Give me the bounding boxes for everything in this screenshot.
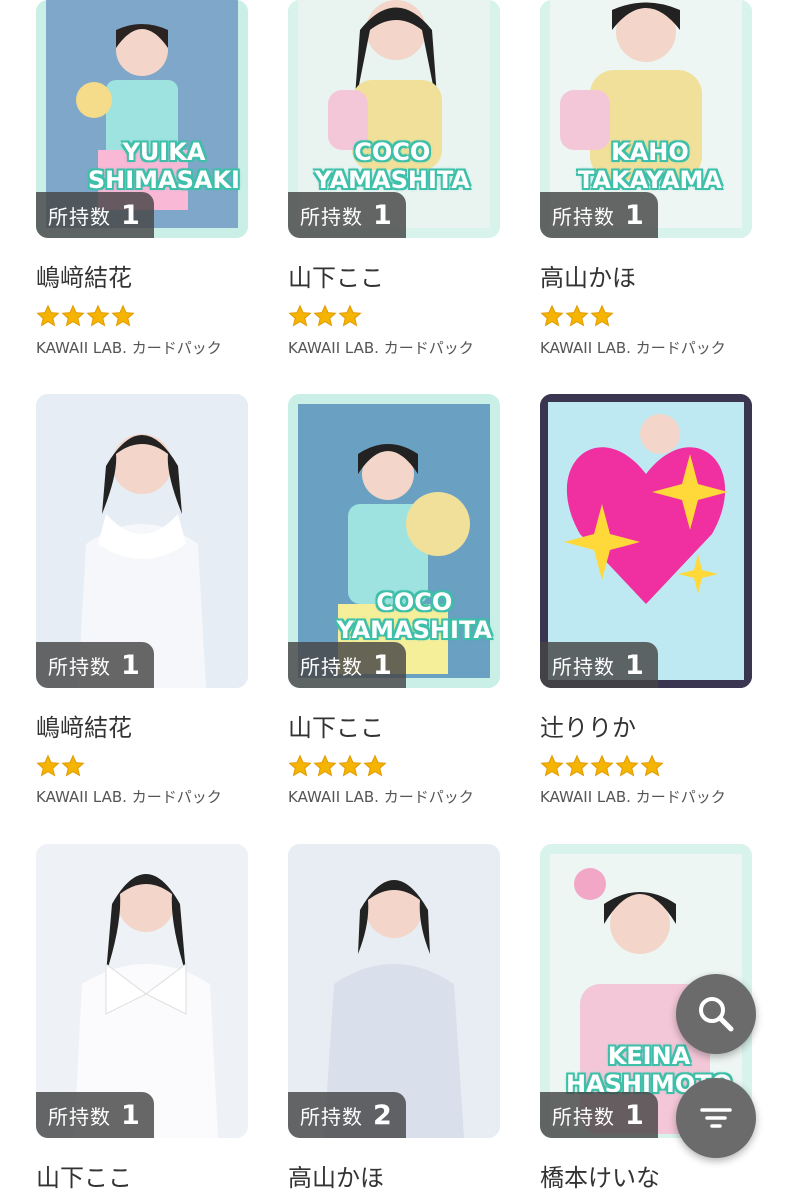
card-image[interactable]: 所持数 2 bbox=[288, 844, 500, 1138]
owned-count: 1 bbox=[373, 649, 392, 681]
star-icon bbox=[363, 754, 387, 777]
card-pack-name: KAWAII LAB. カードパック bbox=[36, 339, 222, 357]
owned-count-badge: 所持数 1 bbox=[36, 642, 154, 688]
owned-label: 所持数 bbox=[48, 1104, 111, 1129]
owned-count-badge: 所持数 1 bbox=[540, 1092, 658, 1138]
filter-button[interactable] bbox=[676, 1078, 756, 1158]
star-icon bbox=[540, 754, 564, 777]
star-icon bbox=[111, 304, 135, 327]
owned-label: 所持数 bbox=[300, 204, 363, 229]
rarity-stars bbox=[540, 754, 665, 778]
owned-count-badge: 所持数 1 bbox=[288, 642, 406, 688]
star-icon bbox=[590, 754, 614, 777]
owned-count: 1 bbox=[121, 199, 140, 231]
rarity-stars bbox=[540, 304, 615, 328]
rarity-stars bbox=[36, 754, 86, 778]
owned-count: 1 bbox=[121, 1099, 140, 1131]
owned-label: 所持数 bbox=[552, 204, 615, 229]
card-image[interactable]: YUIKA SHIMASAKI 所持数 1 bbox=[36, 0, 248, 238]
star-icon bbox=[565, 754, 589, 777]
search-button[interactable] bbox=[676, 974, 756, 1054]
card-member-name: 橋本けいな bbox=[540, 1164, 660, 1192]
card-image[interactable]: COCO YAMASHITA 所持数 1 bbox=[288, 394, 500, 688]
rarity-stars bbox=[36, 304, 136, 328]
star-icon bbox=[640, 754, 664, 777]
star-icon bbox=[338, 754, 362, 777]
star-icon bbox=[565, 304, 589, 327]
star-icon bbox=[313, 754, 337, 777]
star-icon bbox=[615, 754, 639, 777]
owned-count-badge: 所持数 1 bbox=[36, 192, 154, 238]
card-member-name: 嶋﨑結花 bbox=[36, 264, 132, 292]
owned-count: 1 bbox=[625, 199, 644, 231]
owned-count-badge: 所持数 2 bbox=[288, 1092, 406, 1138]
card-grid: YUIKA SHIMASAKI 所持数 1 嶋﨑結花 KAWAII LAB. カー… bbox=[0, 0, 788, 1200]
owned-count: 2 bbox=[373, 1099, 392, 1131]
card-image[interactable]: KAHO TAKAYAMA 所持数 1 bbox=[540, 0, 752, 238]
card-member-name: 山下ここ bbox=[288, 264, 384, 292]
owned-label: 所持数 bbox=[300, 654, 363, 679]
owned-count: 1 bbox=[373, 199, 392, 231]
card-member-name: 高山かほ bbox=[288, 1164, 384, 1192]
star-icon bbox=[288, 754, 312, 777]
card-image[interactable]: 所持数 1 bbox=[540, 394, 752, 688]
card-member-name: 辻りりか bbox=[540, 714, 636, 742]
card-overlay-name: KAHO TAKAYAMA bbox=[577, 138, 722, 194]
star-icon bbox=[36, 304, 60, 327]
star-icon bbox=[338, 304, 362, 327]
card-pack-name: KAWAII LAB. カードパック bbox=[540, 788, 726, 806]
owned-count: 1 bbox=[121, 649, 140, 681]
card-overlay-name: YUIKA SHIMASAKI bbox=[87, 138, 240, 194]
card-overlay-name: COCO YAMASHITA bbox=[336, 588, 493, 644]
owned-count: 1 bbox=[625, 1099, 644, 1131]
card-pack-name: KAWAII LAB. カードパック bbox=[288, 339, 474, 357]
owned-label: 所持数 bbox=[48, 204, 111, 229]
card-member-name: 山下ここ bbox=[288, 714, 384, 742]
star-icon bbox=[313, 304, 337, 327]
rarity-stars bbox=[288, 304, 363, 328]
owned-count: 1 bbox=[625, 649, 644, 681]
star-icon bbox=[36, 754, 60, 777]
owned-label: 所持数 bbox=[552, 654, 615, 679]
card-pack-name: KAWAII LAB. カードパック bbox=[288, 788, 474, 806]
card-member-name: 嶋﨑結花 bbox=[36, 714, 132, 742]
star-icon bbox=[86, 304, 110, 327]
star-icon bbox=[590, 304, 614, 327]
card-pack-name: KAWAII LAB. カードパック bbox=[36, 788, 222, 806]
search-icon bbox=[699, 997, 734, 1032]
filter-icon bbox=[700, 1108, 732, 1128]
owned-count-badge: 所持数 1 bbox=[288, 192, 406, 238]
owned-count-badge: 所持数 1 bbox=[540, 642, 658, 688]
card-overlay-name: COCO YAMASHITA bbox=[314, 138, 471, 194]
rarity-stars bbox=[288, 754, 388, 778]
owned-count-badge: 所持数 1 bbox=[36, 1092, 154, 1138]
card-pack-name: KAWAII LAB. カードパック bbox=[540, 339, 726, 357]
card-image[interactable]: 所持数 1 bbox=[36, 844, 248, 1138]
star-icon bbox=[61, 304, 85, 327]
owned-label: 所持数 bbox=[48, 654, 111, 679]
owned-label: 所持数 bbox=[552, 1104, 615, 1129]
star-icon bbox=[61, 754, 85, 777]
card-member-name: 高山かほ bbox=[540, 264, 636, 292]
card-member-name: 山下ここ bbox=[36, 1164, 132, 1192]
owned-count-badge: 所持数 1 bbox=[540, 192, 658, 238]
owned-label: 所持数 bbox=[300, 1104, 363, 1129]
star-icon bbox=[288, 304, 312, 327]
card-image[interactable]: 所持数 1 bbox=[36, 394, 248, 688]
card-image[interactable]: COCO YAMASHITA 所持数 1 bbox=[288, 0, 500, 238]
star-icon bbox=[540, 304, 564, 327]
